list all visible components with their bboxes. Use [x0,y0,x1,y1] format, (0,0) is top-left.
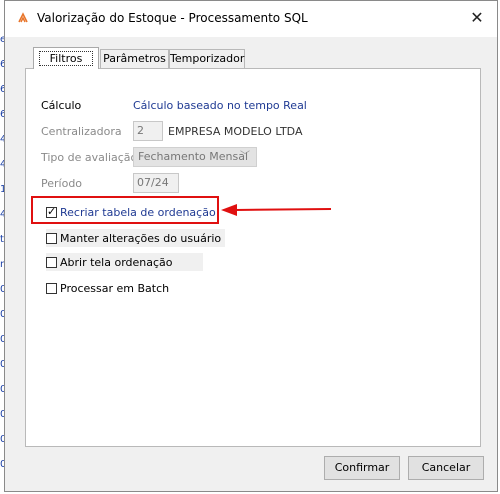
app-icon [17,12,29,24]
calculo-label: Cálculo [41,99,82,112]
tab-temporizador[interactable]: Temporizador [169,49,245,68]
tab-parametros-label: Parâmetros [103,52,166,65]
centralizadora-label: Centralizadora [41,125,122,138]
centralizadora-name: EMPRESA MODELO LTDA [168,125,303,138]
tab-parametros[interactable]: Parâmetros [100,49,169,68]
cancel-button-label: Cancelar [421,461,471,474]
checkbox-abrir[interactable] [46,256,57,268]
calculo-value: Cálculo baseado no tempo Real [133,99,307,112]
title-bar: Valorização do Estoque - Processamento S… [5,1,497,37]
chevron-down-icon: ﹀ [240,151,250,162]
tipo-avaliacao-label: Tipo de avaliação [41,151,138,164]
option-processar-batch[interactable]: Processar em Batch [46,279,169,297]
window-title: Valorização do Estoque - Processamento S… [37,11,308,25]
option-abrir-tela[interactable]: Abrir tela ordenação [46,253,203,271]
dialog-window: Valorização do Estoque - Processamento S… [4,0,498,492]
checkbox-manter[interactable] [46,232,57,244]
option-manter-label: Manter alterações do usuário [60,231,222,245]
cancel-button[interactable]: Cancelar [408,456,484,480]
option-manter-alteracoes[interactable]: Manter alterações do usuário [46,229,226,247]
annotation-highlight-box [31,196,219,224]
filters-panel: Cálculo Cálculo baseado no tempo Real Ce… [25,68,481,447]
confirm-button[interactable]: Confirmar [324,456,400,480]
periodo-label: Período [41,177,83,190]
annotation-arrow-icon [221,204,332,216]
tipo-avaliacao-value: Fechamento Mensal [138,150,249,163]
checkbox-processar[interactable] [46,282,57,294]
option-processar-label: Processar em Batch [60,281,170,295]
periodo-field[interactable]: 07/24 [133,173,179,193]
tab-filtros[interactable]: Filtros [33,47,99,69]
tab-temporizador-label: Temporizador [170,52,245,65]
tipo-avaliacao-select[interactable]: Fechamento Mensal ﹀ [133,147,257,167]
close-icon[interactable]: ✕ [467,8,487,28]
centralizadora-code-field[interactable]: 2 [133,121,163,141]
confirm-button-label: Confirmar [334,461,390,474]
tab-filtros-label: Filtros [38,51,94,66]
option-abrir-label: Abrir tela ordenação [60,255,173,269]
